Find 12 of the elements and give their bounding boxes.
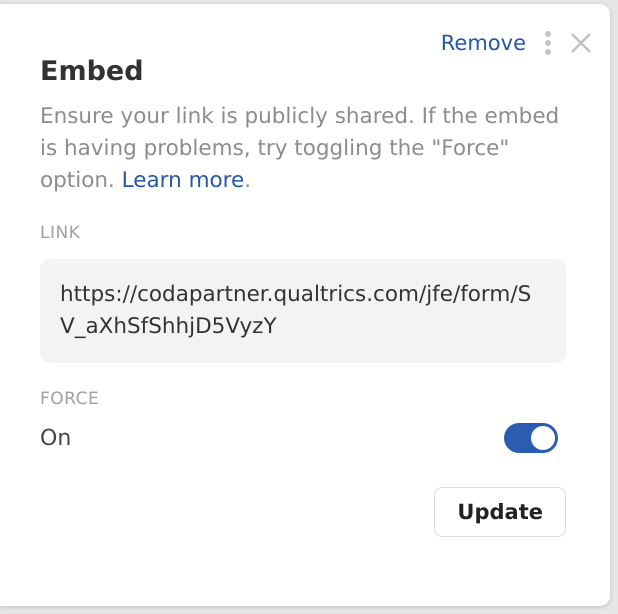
update-button[interactable]: Update bbox=[434, 487, 566, 537]
toggle-state-text: On bbox=[40, 426, 72, 450]
field-label: FORCE bbox=[40, 389, 100, 409]
force-toggle[interactable] bbox=[504, 423, 558, 453]
field-label: LINK bbox=[40, 223, 82, 243]
panel-title: Embed bbox=[40, 56, 144, 87]
learn-more-link[interactable]: Learn more bbox=[122, 168, 244, 193]
remove-link[interactable]: Remove bbox=[440, 31, 526, 55]
description-text: Ensure your link is publicly shared. If the embed is having problems, try toggling the "Force" option. Learn more. bbox=[40, 103, 560, 195]
link-field[interactable]: https://codapartner.qualtrics.com/jfe/form/SV_aXhSfShhjD5VyzY bbox=[40, 259, 566, 363]
close-icon[interactable] bbox=[570, 32, 592, 54]
more-options-icon[interactable] bbox=[544, 30, 552, 56]
